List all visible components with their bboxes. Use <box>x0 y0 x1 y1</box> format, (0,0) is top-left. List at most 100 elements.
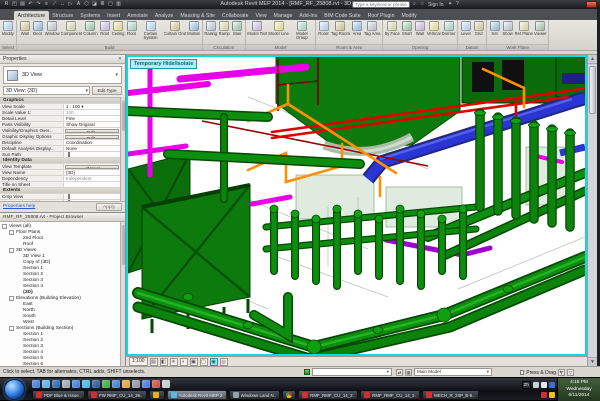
search-input[interactable] <box>352 1 410 8</box>
shaft-button[interactable]: Shaft <box>400 21 413 36</box>
modify-button[interactable]: Modify <box>1 21 14 36</box>
user-interface-icon[interactable]: ▥ <box>115 1 122 8</box>
3d-model-canvas[interactable] <box>128 57 585 354</box>
default-3d-view-icon[interactable]: ⬡ <box>83 1 90 8</box>
tab-analyze[interactable]: Analyze <box>151 11 176 20</box>
railing-button[interactable]: Railing <box>204 21 218 36</box>
column-button[interactable]: Column <box>83 21 98 36</box>
tab-systems[interactable]: Systems <box>77 11 104 20</box>
shadows-icon[interactable]: ◐ <box>180 358 188 366</box>
temporary-hide-isolate-badge[interactable]: Temporary Hide/Isolate <box>130 59 197 69</box>
model-text-button[interactable]: Model Text <box>247 21 268 36</box>
taskbar-button[interactable]: RMF_RMF_CU_14_2.. <box>360 390 420 400</box>
taskbar-button[interactable]: MECH_R_24P_B-6.. <box>422 390 479 400</box>
tab-manage[interactable]: Manage <box>270 11 296 20</box>
apply-button[interactable]: Apply <box>96 203 122 211</box>
curtain-system-button[interactable]: Curtain System <box>138 21 163 41</box>
room-button[interactable]: Room <box>317 21 330 36</box>
taskbar-button[interactable]: W <box>149 390 165 400</box>
ceiling-button[interactable]: Ceiling <box>111 21 125 36</box>
print-icon[interactable]: ≡ <box>43 1 50 8</box>
measure-icon[interactable]: ⟋ <box>51 1 58 8</box>
checkbox[interactable] <box>68 152 70 157</box>
update-icon[interactable] <box>549 392 555 398</box>
tab-modify[interactable]: Modify <box>398 11 420 20</box>
window-button[interactable]: Window <box>44 21 60 36</box>
properties-close-icon[interactable]: ✕ <box>118 55 122 64</box>
thin-lines-icon[interactable]: ≣ <box>99 1 106 8</box>
drawing-area-3d-view[interactable]: Temporary Hide/Isolate ‒ ▫ ✕ <box>126 55 587 356</box>
active-workset-combo[interactable]: ▾ <box>312 368 392 376</box>
taskbar-clock[interactable]: 4:16 PM Wednesday 6/11/2014 <box>557 378 600 401</box>
vertical-button[interactable]: Vertical <box>426 21 441 36</box>
edit-type-button[interactable]: Edit Type <box>92 86 122 95</box>
scroll-up-icon[interactable]: ▲ <box>588 55 597 64</box>
switch-windows-icon[interactable]: ▢ <box>107 1 114 8</box>
tab-add-ins[interactable]: Add-Ins <box>296 11 321 20</box>
model-group-button[interactable]: Model Group <box>289 21 314 41</box>
press-drag-checkbox[interactable] <box>520 370 525 375</box>
project-browser-scrollbar[interactable] <box>120 222 125 366</box>
type-selector[interactable]: 3D View ▾ <box>3 66 122 84</box>
window-close-button[interactable] <box>586 1 597 8</box>
roof-button[interactable]: Roof <box>98 21 111 36</box>
crop-region-icon[interactable]: ▢ <box>200 358 208 366</box>
excel-icon[interactable] <box>102 380 110 388</box>
windows-explorer-icon[interactable] <box>42 380 50 388</box>
editing-requests-icon[interactable]: ⇄ <box>396 369 403 376</box>
component-button[interactable]: Component <box>60 21 83 36</box>
ref-plane-button[interactable]: Ref Plane <box>514 21 533 36</box>
tab-architecture[interactable]: Architecture <box>14 11 49 20</box>
taskbar-button[interactable]: PDF Blue & Issue.. <box>32 390 85 400</box>
outlook-icon[interactable] <box>52 380 60 388</box>
app-icon[interactable] <box>162 380 170 388</box>
door-button[interactable]: Door <box>31 21 44 36</box>
scroll-down-icon[interactable]: ▼ <box>588 357 597 366</box>
sign-in-button[interactable]: Sign In <box>428 2 444 8</box>
language-indicator[interactable]: Zh <box>522 381 531 389</box>
visual-style-icon[interactable]: ◧ <box>160 358 168 366</box>
set-button[interactable]: Set <box>488 21 501 36</box>
folder-icon[interactable] <box>62 380 70 388</box>
project-browser-title[interactable]: RMF_RF_25808.rvt - Project Browser <box>0 213 125 222</box>
taskbar-button[interactable] <box>282 390 296 400</box>
tree-expand-icon[interactable]: - <box>9 248 14 253</box>
reveal-hidden-icon[interactable]: ◎ <box>220 358 228 366</box>
taskbar-button[interactable]: RMF_RMF_CU_14_2.. <box>298 390 358 400</box>
redo-icon[interactable]: ↷ <box>35 1 42 8</box>
tag-area-button[interactable]: Tag Area <box>363 21 381 36</box>
level-button[interactable]: Level <box>459 21 472 36</box>
model-line-button[interactable]: Model Line <box>268 21 290 36</box>
save-icon[interactable]: ▤ <box>19 1 26 8</box>
app-icon[interactable] <box>142 380 150 388</box>
sun-path-icon[interactable]: ☀ <box>170 358 178 366</box>
section-icon[interactable]: ◪ <box>91 1 98 8</box>
area-button[interactable]: Area <box>350 21 363 36</box>
text-icon[interactable]: A <box>75 1 82 8</box>
open-icon[interactable]: ◰ <box>11 1 18 8</box>
tab-bim-code-suite[interactable]: BIM Code Suite <box>321 11 364 20</box>
volume-icon[interactable] <box>541 382 547 388</box>
curtain-grid-button[interactable]: Curtain Grid <box>163 21 187 36</box>
grid-button[interactable]: Grid <box>472 21 485 36</box>
properties-scrollbar[interactable] <box>120 97 125 201</box>
exclude-options-icon[interactable]: ⧨ <box>558 369 565 376</box>
wall-button[interactable]: Wall <box>413 21 426 36</box>
network-icon[interactable] <box>533 382 539 388</box>
checkbox[interactable] <box>68 194 70 199</box>
floor-button[interactable]: Floor <box>125 21 138 36</box>
tab-structure[interactable]: Structure <box>49 11 77 20</box>
tab-view[interactable]: View <box>252 11 270 20</box>
app-icon[interactable] <box>152 380 160 388</box>
antivirus-icon[interactable] <box>541 392 547 398</box>
notes-icon[interactable] <box>122 380 130 388</box>
tree-expand-icon[interactable]: - <box>9 296 14 301</box>
tree-expand-icon[interactable]: - <box>9 230 14 235</box>
design-options-icon[interactable]: ▦ <box>405 369 412 376</box>
tab-collaborate[interactable]: Collaborate <box>218 11 252 20</box>
tag-icon[interactable]: ▷ <box>67 1 74 8</box>
start-button[interactable] <box>4 379 25 400</box>
scrollbar-thumb[interactable] <box>589 66 596 114</box>
tag-room-button[interactable]: Tag Room <box>330 21 350 36</box>
word-icon[interactable] <box>92 380 100 388</box>
